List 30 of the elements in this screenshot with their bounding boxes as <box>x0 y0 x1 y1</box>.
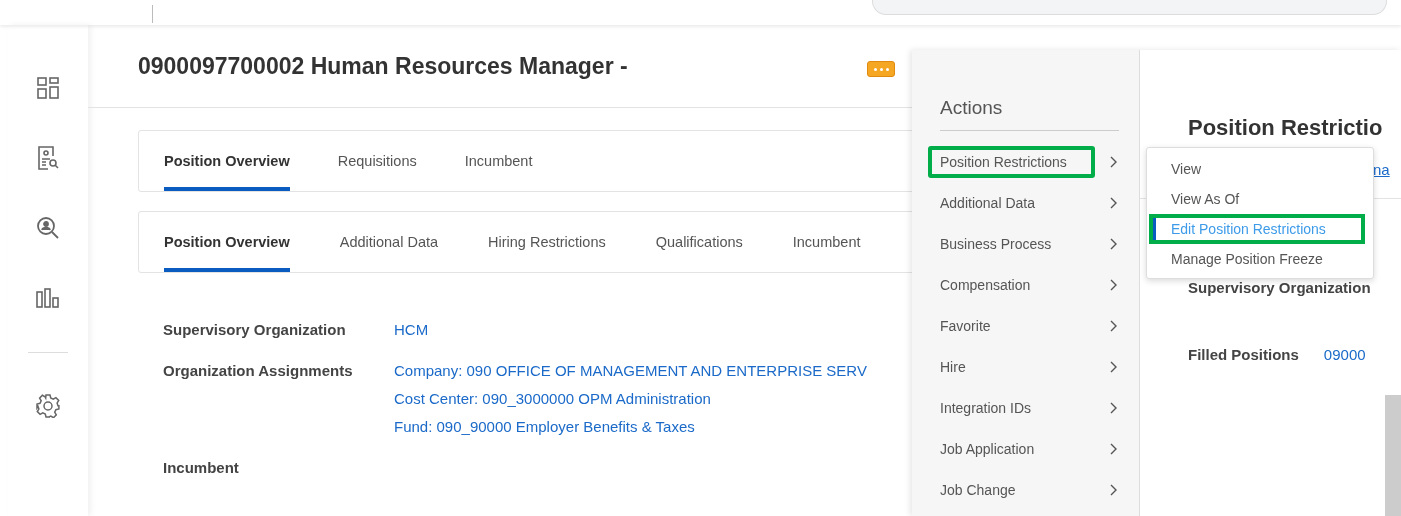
menu-item[interactable]: Additional Data <box>928 186 1063 219</box>
field-label: Incumbent <box>163 459 240 476</box>
field-label: Filled Positions <box>1188 346 1299 363</box>
tab[interactable]: Position Overview <box>164 131 290 191</box>
menu-item[interactable]: Compensation <box>928 268 1059 301</box>
tab[interactable]: Incumbent <box>792 212 861 272</box>
tab[interactable]: Hiring Restrictions <box>488 212 606 272</box>
menu-item[interactable]: Business Process <box>928 227 1080 260</box>
submenu-item[interactable]: View As Of <box>1149 184 1365 214</box>
tab[interactable]: Qualifications <box>655 212 743 272</box>
submenu-item[interactable]: View <box>1149 154 1365 184</box>
field-label: Supervisory Organization <box>1188 279 1371 296</box>
menu-title: Actions <box>940 97 1119 131</box>
field-label: Organization Assignments <box>163 362 354 381</box>
menu-item[interactable]: Job Application <box>928 432 1063 465</box>
tab[interactable]: Position Overview <box>164 212 290 272</box>
tab[interactable]: Additional Data <box>339 212 439 272</box>
tab[interactable]: Requisitions <box>337 131 417 191</box>
menu-item[interactable]: Integration IDs <box>928 391 1060 424</box>
preview-title: Position Restrictio <box>1188 115 1384 141</box>
menu-item[interactable]: Job Change <box>928 473 1044 506</box>
field-label: Supervisory Organization <box>163 321 347 338</box>
menu-item[interactable]: Favorite <box>928 309 1019 342</box>
page-title: 0900097700002 Human Resources Manager - <box>138 52 628 80</box>
menu-item[interactable]: Position Restrictions <box>928 145 1095 178</box>
field-link[interactable]: 09000 <box>1323 346 1366 363</box>
preview-link[interactable]: na <box>1373 161 1390 178</box>
submenu-item[interactable]: Manage Position Freeze <box>1149 244 1365 274</box>
menu-item[interactable]: Hire <box>928 350 994 383</box>
tab[interactable]: Incumbent <box>464 131 533 191</box>
